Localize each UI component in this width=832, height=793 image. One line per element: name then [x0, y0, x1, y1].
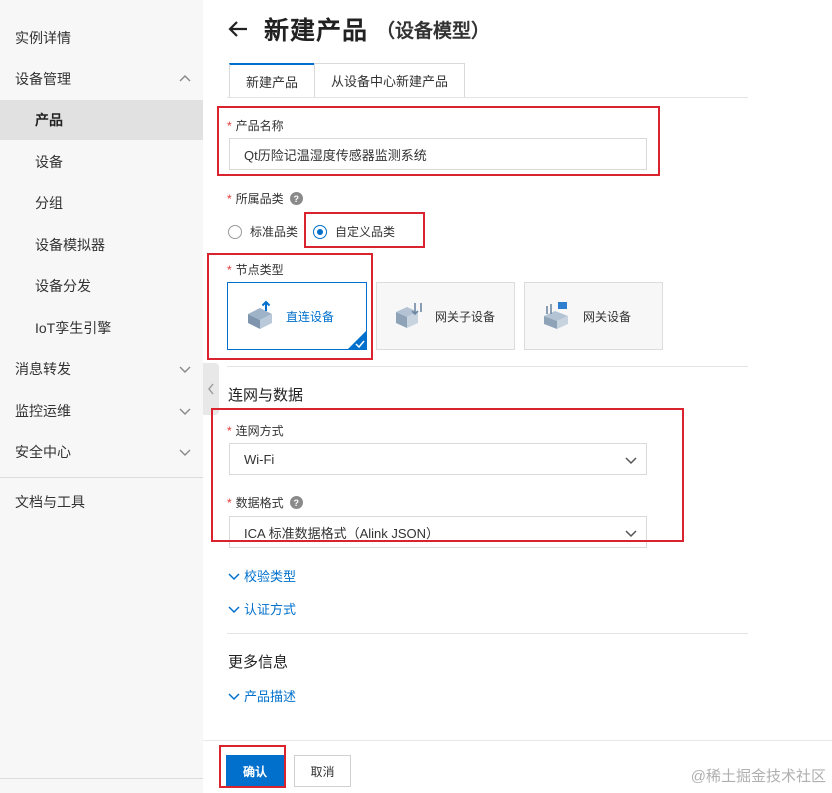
confirm-button[interactable]: 确认: [226, 755, 284, 787]
required-mark: *: [227, 262, 232, 277]
chevron-down-icon: [179, 408, 191, 415]
sidebar-item-label: 消息转发: [15, 361, 71, 377]
chevron-up-icon: [179, 75, 191, 82]
product-name-value: Qt历险记温湿度传感器监测系统: [244, 147, 427, 163]
sidebar-divider: [0, 778, 203, 779]
sidebar-item-group[interactable]: 分组: [0, 183, 203, 223]
node-card-label: 网关设备: [583, 309, 632, 324]
help-icon[interactable]: ?: [289, 496, 303, 509]
page-header: 新建产品 （设备模型）: [227, 10, 490, 48]
tabs-divider: [227, 97, 748, 98]
required-mark: *: [227, 423, 232, 438]
more-info-section-title: 更多信息: [228, 654, 289, 671]
sidebar-item-label: 文档与工具: [15, 494, 85, 510]
sidebar-item-label: 分组: [35, 195, 63, 211]
tab-bar: 新建产品 从设备中心新建产品: [229, 63, 466, 97]
required-mark: *: [227, 191, 232, 206]
verify-type-expander[interactable]: 校验类型: [228, 566, 296, 585]
sidebar-item-label: 监控运维: [15, 403, 71, 419]
radio-standard-category[interactable]: 标准品类: [228, 223, 298, 240]
product-name-input[interactable]: Qt历险记温湿度传感器监测系统: [229, 138, 647, 170]
radio-unchecked-icon: [228, 224, 242, 239]
product-desc-label: 产品描述: [244, 689, 297, 704]
chevron-down-icon: [625, 530, 637, 538]
sidebar-divider: [0, 477, 203, 478]
radio-checked-icon: [313, 224, 327, 239]
sidebar-collapse-toggle[interactable]: [203, 363, 219, 415]
verify-type-label: 校验类型: [244, 569, 297, 584]
tab-new-product[interactable]: 新建产品: [229, 63, 316, 97]
data-format-label-text: 数据格式: [235, 496, 284, 510]
sidebar-item-label: 设备: [35, 154, 63, 170]
node-card-gateway-subdevice[interactable]: 网关子设备: [376, 282, 515, 350]
sidebar-item-label: 产品: [35, 112, 63, 128]
product-name-label-text: 产品名称: [235, 119, 284, 133]
sidebar-item-message-forwarding[interactable]: 消息转发: [0, 349, 203, 389]
chevron-down-icon: [228, 572, 240, 580]
chevron-down-icon: [228, 692, 240, 700]
section-divider: [227, 366, 748, 367]
category-label-text: 所属品类: [235, 192, 284, 206]
chevron-down-icon: [625, 457, 637, 465]
data-format-value: ICA 标准数据格式（Alink JSON）: [244, 525, 440, 541]
node-card-gateway-device[interactable]: 网关设备: [524, 282, 663, 350]
direct-device-icon: [248, 300, 272, 329]
network-method-value: Wi-Fi: [244, 451, 275, 467]
sidebar-item-instance-details[interactable]: 实例详情: [0, 18, 203, 58]
category-label: * 所属品类?: [227, 190, 303, 207]
network-method-label-text: 连网方式: [235, 424, 284, 438]
radio-custom-category[interactable]: 自定义品类: [313, 223, 395, 240]
chevron-left-icon: [208, 383, 214, 395]
page-title: 新建产品: [264, 17, 369, 45]
sidebar-item-security-center[interactable]: 安全中心: [0, 432, 203, 472]
node-card-label: 直连设备: [286, 309, 335, 324]
chevron-down-icon: [179, 366, 191, 373]
network-method-select[interactable]: Wi-Fi: [229, 443, 647, 475]
cancel-button[interactable]: 取消: [294, 755, 351, 787]
selected-check-icon: [347, 330, 367, 350]
sidebar-item-label: 安全中心: [15, 444, 71, 460]
page-subtitle: （设备模型）: [376, 20, 491, 42]
main-content: 新建产品 （设备模型） 新建产品 从设备中心新建产品 * 产品名称 Qt历险记温湿…: [219, 0, 832, 793]
auth-method-expander[interactable]: 认证方式: [228, 599, 296, 618]
node-card-direct-device[interactable]: 直连设备: [227, 282, 367, 350]
network-section-title: 连网与数据: [228, 387, 304, 404]
sidebar-item-product[interactable]: 产品: [0, 100, 203, 140]
sidebar-item-label: 设备分发: [35, 278, 91, 294]
sidebar-item-label: IoT孪生引擎: [35, 320, 112, 336]
sidebar-item-docs-tools[interactable]: 文档与工具: [0, 482, 203, 522]
chevron-down-icon: [179, 449, 191, 456]
sidebar-item-iot-twin-engine[interactable]: IoT孪生引擎: [0, 308, 203, 348]
required-mark: *: [227, 495, 232, 510]
product-desc-expander[interactable]: 产品描述: [228, 686, 296, 705]
sidebar-item-device-distribution[interactable]: 设备分发: [0, 266, 203, 306]
node-type-label-text: 节点类型: [235, 263, 284, 277]
sidebar-item-label: 实例详情: [15, 30, 71, 46]
network-method-label: * 连网方式: [227, 422, 284, 439]
data-format-label: * 数据格式?: [227, 494, 303, 511]
sidebar-item-label: 设备模拟器: [35, 237, 105, 253]
watermark: @稀土掘金技术社区: [690, 768, 826, 785]
sidebar-item-device-management[interactable]: 设备管理: [0, 59, 203, 99]
sidebar-item-label: 设备管理: [15, 71, 71, 87]
data-format-select[interactable]: ICA 标准数据格式（Alink JSON）: [229, 516, 647, 548]
gateway-subdevice-icon: [396, 303, 422, 328]
sidebar: 实例详情 设备管理 产品 设备 分组 设备模拟器 设备分发 IoT孪生引擎 消息…: [0, 0, 203, 793]
node-type-label: * 节点类型: [227, 261, 284, 278]
required-mark: *: [227, 118, 232, 133]
chevron-down-icon: [228, 605, 240, 613]
product-name-label: * 产品名称: [227, 117, 284, 134]
gateway-device-icon: [544, 302, 568, 329]
node-card-label: 网关子设备: [435, 309, 496, 324]
section-divider: [227, 633, 748, 634]
radio-label: 标准品类: [250, 225, 299, 239]
sidebar-item-device-simulator[interactable]: 设备模拟器: [0, 225, 203, 265]
sidebar-item-device[interactable]: 设备: [0, 142, 203, 182]
tab-new-from-device-center[interactable]: 从设备中心新建产品: [314, 63, 466, 97]
back-arrow-icon[interactable]: [227, 19, 249, 39]
help-icon[interactable]: ?: [289, 192, 303, 205]
auth-method-label: 认证方式: [244, 602, 297, 617]
radio-label: 自定义品类: [335, 225, 396, 239]
sidebar-item-monitoring[interactable]: 监控运维: [0, 391, 203, 431]
